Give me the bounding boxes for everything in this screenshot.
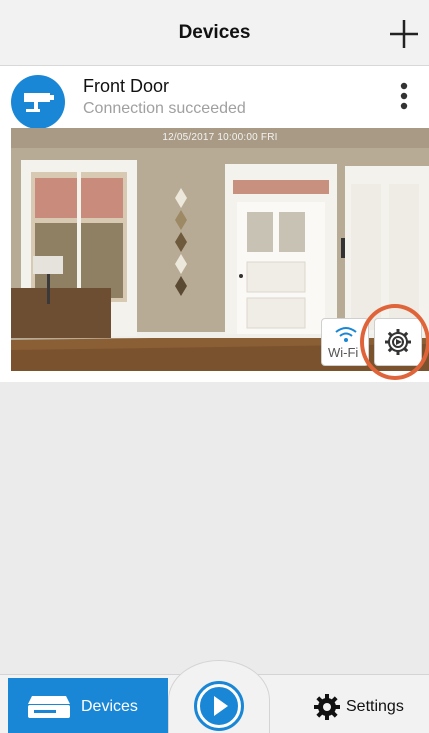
- tab-settings[interactable]: Settings: [300, 678, 429, 733]
- camera-icon: [24, 93, 54, 112]
- device-status: Connection succeeded: [83, 100, 246, 117]
- wifi-label: Wi-Fi: [328, 345, 359, 360]
- highlight-circle: [360, 304, 429, 380]
- wifi-icon: [335, 327, 357, 342]
- page-title: Devices: [178, 22, 251, 43]
- device-list-icon: [28, 696, 70, 718]
- device-avatar: [11, 75, 65, 129]
- tab-devices[interactable]: Devices: [8, 678, 168, 733]
- tab-settings-label: Settings: [346, 698, 404, 715]
- camera-timestamp: 12/05/2017 10:00:00 FRI: [162, 132, 278, 143]
- plus-icon: [390, 20, 418, 48]
- top-bar: Devices: [0, 0, 429, 66]
- tab-devices-label: Devices: [81, 698, 138, 715]
- device-more-button[interactable]: [392, 76, 416, 116]
- more-vertical-icon: [400, 82, 408, 110]
- play-button[interactable]: [194, 681, 244, 731]
- add-device-button[interactable]: [384, 16, 424, 52]
- play-icon: [198, 685, 240, 727]
- device-name: Front Door: [83, 76, 170, 96]
- gear-icon: [314, 694, 340, 720]
